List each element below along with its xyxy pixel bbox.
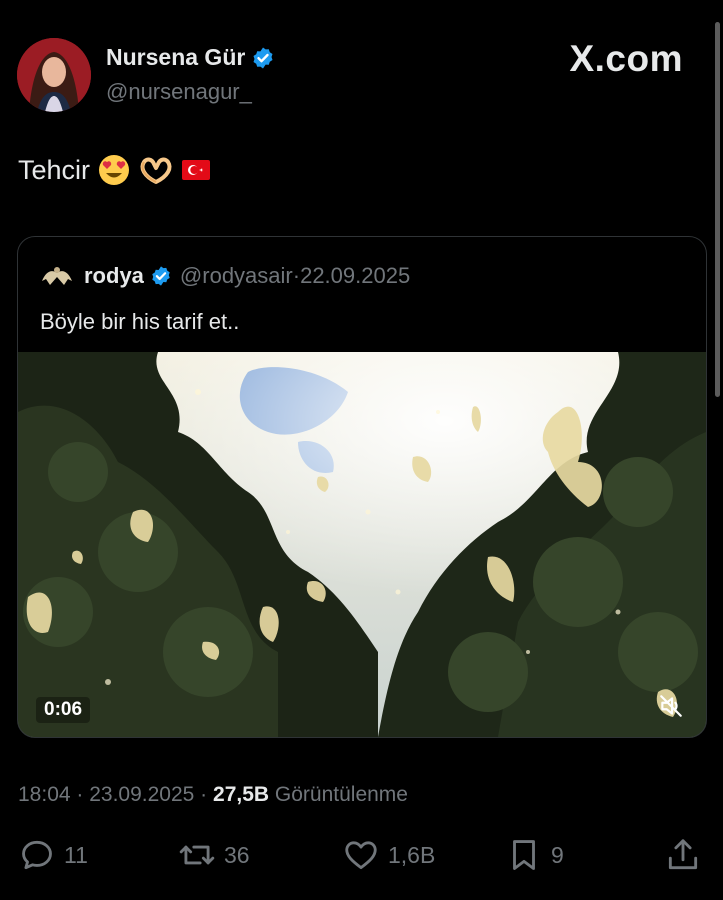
tweet-text-content: Tehcir [18,154,91,185]
turkey-flag-emoji-icon [182,160,211,180]
quoted-author-handle[interactable]: @rodyasair [180,263,293,289]
repost-count: 36 [224,841,250,868]
reply-count: 11 [64,841,88,868]
verified-badge-icon [253,47,273,68]
video-duration: 0:06 [36,697,91,723]
author-display-name[interactable]: Nursena Gür [106,44,245,71]
action-bar: 11 36 1,6B 9 [0,836,723,880]
bookmark-icon [513,840,535,870]
video-frame [18,352,706,737]
quoted-meta-separator: · [292,263,301,288]
author-handle[interactable]: @nursenagur_ [106,79,252,105]
like-count: 1,6B [388,841,436,868]
quoted-post-header[interactable]: rodya @rodyasair · 22.09.2025 [38,261,410,291]
repost-button[interactable]: 36 [178,836,250,874]
quoted-post-text: Böyle bir his tarif et.. [40,309,240,334]
scrollbar[interactable] [715,22,720,397]
like-button[interactable]: 1,6B [342,836,435,874]
post-date[interactable]: 23.09.2025 [89,783,194,806]
quoted-video[interactable]: 0:06 [18,352,706,737]
verified-badge-icon [152,266,170,286]
quoted-author-name[interactable]: rodya [84,263,144,289]
heart-hands-emoji-icon [140,157,172,184]
post-time[interactable]: 18:04 [18,783,71,806]
heart-eyes-emoji-icon [99,155,130,185]
meta-separator: · [194,783,214,806]
quoted-post-date[interactable]: 22.09.2025 [300,263,410,289]
share-button[interactable] [664,836,710,874]
repost-icon [179,845,215,865]
reply-icon [22,840,52,870]
bookmark-button[interactable]: 9 [505,836,564,874]
tweet-text: Tehcir [18,154,211,186]
meta-separator: · [70,783,90,806]
author-avatar[interactable] [17,38,91,112]
share-icon [668,839,698,870]
views-count: 27,5B [213,783,270,806]
x-brand-logo: X.com [569,38,683,79]
quoted-post[interactable]: rodya @rodyasair · 22.09.2025 Böyle bir … [17,236,707,738]
reply-button[interactable]: 11 [18,836,88,874]
heart-icon [345,841,377,870]
bookmark-count: 9 [551,841,564,868]
post-meta: 18:04 · 23.09.2025 · 27,5B Görüntülenme [18,783,408,807]
author-name-row[interactable]: Nursena Gür [106,44,275,71]
views-label: Görüntülenme [269,783,408,806]
muted-speaker-icon[interactable] [658,693,684,719]
quoted-author-avatar[interactable] [38,261,76,291]
